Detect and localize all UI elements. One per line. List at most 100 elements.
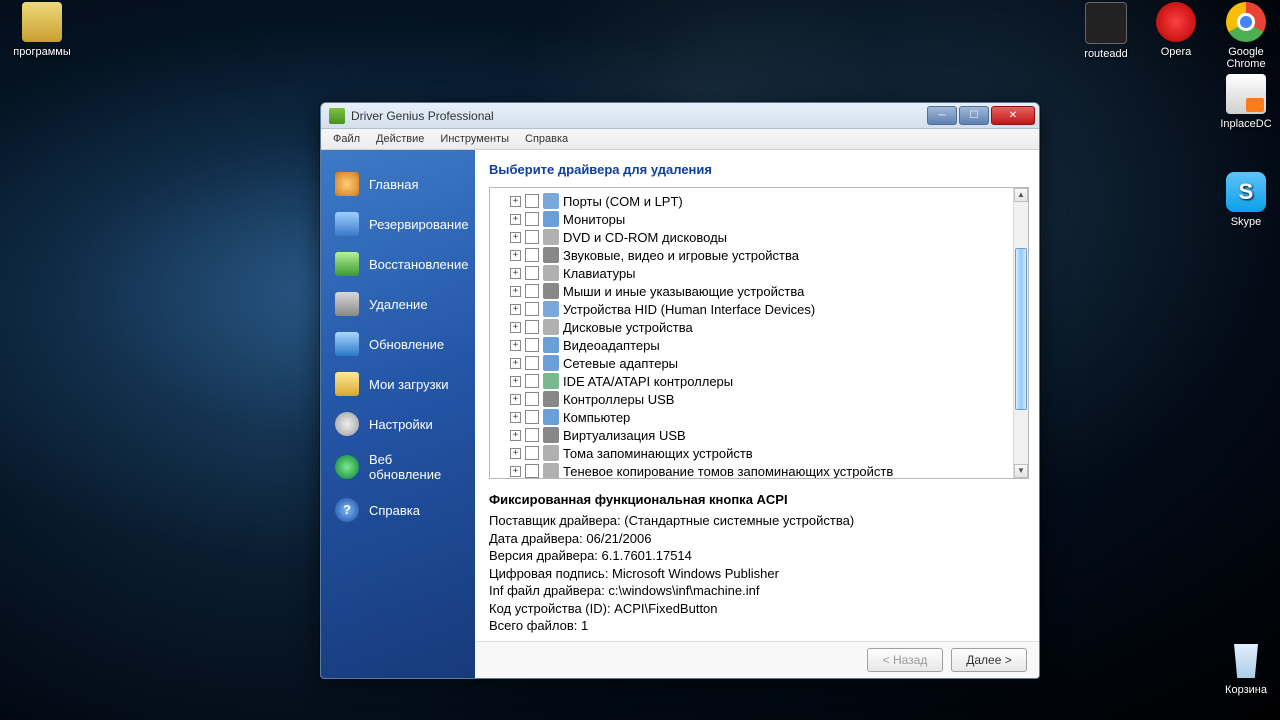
tree-label: DVD и CD-ROM дисководы: [563, 230, 727, 245]
titlebar[interactable]: Driver Genius Professional ─ ☐ ✕: [321, 103, 1039, 129]
sidebar-item-label: Веб обновление: [369, 452, 463, 482]
sidebar-item-restore[interactable]: Восстановление: [321, 244, 475, 284]
tree-row[interactable]: +Мониторы: [510, 210, 1014, 228]
chrome-icon: [1226, 2, 1266, 42]
home-icon: [335, 172, 359, 196]
checkbox[interactable]: [525, 356, 539, 370]
details-line: Поставщик драйвера: (Стандартные системн…: [489, 512, 1025, 530]
device-category-icon: [543, 229, 559, 245]
checkbox[interactable]: [525, 410, 539, 424]
expand-icon[interactable]: +: [510, 430, 521, 441]
sidebar-item-uninstall[interactable]: Удаление: [321, 284, 475, 324]
sidebar-item-downloads[interactable]: Мои загрузки: [321, 364, 475, 404]
details-line: Всего файлов: 1: [489, 617, 1025, 635]
sidebar-item-update[interactable]: Обновление: [321, 324, 475, 364]
tree-label: Устройства HID (Human Interface Devices): [563, 302, 815, 317]
next-button[interactable]: Далее >: [951, 648, 1027, 672]
expand-icon[interactable]: +: [510, 412, 521, 423]
checkbox[interactable]: [525, 266, 539, 280]
tree-label: Дисковые устройства: [563, 320, 693, 335]
checkbox[interactable]: [525, 248, 539, 262]
scroll-up-button[interactable]: ▲: [1014, 188, 1028, 202]
checkbox[interactable]: [525, 212, 539, 226]
expand-icon[interactable]: +: [510, 268, 521, 279]
expand-icon[interactable]: +: [510, 376, 521, 387]
device-category-icon: [543, 337, 559, 353]
expand-icon[interactable]: +: [510, 358, 521, 369]
tree-row[interactable]: +Теневое копирование томов запоминающих …: [510, 462, 1014, 478]
tree-row[interactable]: +Виртуализация USB: [510, 426, 1014, 444]
menu-tools[interactable]: Инструменты: [432, 131, 517, 147]
menu-action[interactable]: Действие: [368, 131, 432, 147]
scroll-thumb[interactable]: [1015, 248, 1027, 410]
expand-icon[interactable]: +: [510, 466, 521, 477]
checkbox[interactable]: [525, 284, 539, 298]
sidebar-item-home[interactable]: Главная: [321, 164, 475, 204]
desktop-icon-programs[interactable]: программы: [10, 2, 74, 58]
sidebar-item-backup[interactable]: Резервирование: [321, 204, 475, 244]
tree-row[interactable]: +Сетевые адаптеры: [510, 354, 1014, 372]
sidebar-item-label: Настройки: [369, 417, 433, 432]
gear-icon: [335, 412, 359, 436]
checkbox[interactable]: [525, 230, 539, 244]
window-title: Driver Genius Professional: [351, 109, 494, 123]
desktop-icon-skype[interactable]: S Skype: [1214, 172, 1278, 228]
expand-icon[interactable]: +: [510, 214, 521, 225]
tree-row[interactable]: +Тома запоминающих устройств: [510, 444, 1014, 462]
tree-row[interactable]: +Компьютер: [510, 408, 1014, 426]
menu-help[interactable]: Справка: [517, 131, 576, 147]
checkbox[interactable]: [525, 194, 539, 208]
checkbox[interactable]: [525, 302, 539, 316]
expand-icon[interactable]: +: [510, 286, 521, 297]
desktop-icon-opera[interactable]: Opera: [1144, 2, 1208, 58]
checkbox[interactable]: [525, 374, 539, 388]
sidebar-item-label: Главная: [369, 177, 418, 192]
tree-row[interactable]: + Дисковые устройства: [510, 318, 1014, 336]
tree-row[interactable]: +Порты (COM и LPT): [510, 192, 1014, 210]
checkbox[interactable]: [525, 428, 539, 442]
tree-row[interactable]: +Видеоадаптеры: [510, 336, 1014, 354]
tree-row[interactable]: + DVD и CD-ROM дисководы: [510, 228, 1014, 246]
driver-details: Фиксированная функциональная кнопка ACPI…: [475, 483, 1039, 641]
scroll-down-button[interactable]: ▼: [1014, 464, 1028, 478]
maximize-button[interactable]: ☐: [959, 106, 989, 125]
checkbox[interactable]: [525, 392, 539, 406]
expand-icon[interactable]: +: [510, 340, 521, 351]
desktop-icon-chrome[interactable]: Google Chrome: [1214, 2, 1278, 70]
sidebar-item-label: Восстановление: [369, 257, 468, 272]
expand-icon[interactable]: +: [510, 322, 521, 333]
checkbox[interactable]: [525, 338, 539, 352]
checkbox[interactable]: [525, 464, 539, 478]
desktop-icon-inplacedc[interactable]: InplaceDC: [1214, 74, 1278, 130]
tree-row[interactable]: +Клавиатуры: [510, 264, 1014, 282]
device-category-icon: [543, 373, 559, 389]
close-button[interactable]: ✕: [991, 106, 1035, 125]
desktop-icon-routeadd[interactable]: routeadd: [1074, 2, 1138, 60]
menu-file[interactable]: Файл: [325, 131, 368, 147]
sidebar-item-liveupdate[interactable]: Веб обновление: [321, 444, 475, 490]
expand-icon[interactable]: +: [510, 394, 521, 405]
icon-label: Корзина: [1214, 684, 1278, 696]
expand-icon[interactable]: +: [510, 232, 521, 243]
tree-row[interactable]: +Контроллеры USB: [510, 390, 1014, 408]
details-line: Inf файл драйвера: c:\windows\inf\machin…: [489, 582, 1025, 600]
sidebar-item-help[interactable]: ?Справка: [321, 490, 475, 530]
tree-row[interactable]: +Мыши и иные указывающие устройства: [510, 282, 1014, 300]
expand-icon[interactable]: +: [510, 448, 521, 459]
checkbox[interactable]: [525, 320, 539, 334]
device-category-icon: [543, 193, 559, 209]
desktop-icon-recycle[interactable]: Корзина: [1214, 640, 1278, 696]
expand-icon[interactable]: +: [510, 250, 521, 261]
expand-icon[interactable]: +: [510, 196, 521, 207]
tree-row[interactable]: +Звуковые, видео и игровые устройства: [510, 246, 1014, 264]
tree-label: IDE ATA/ATAPI контроллеры: [563, 374, 733, 389]
sidebar-item-settings[interactable]: Настройки: [321, 404, 475, 444]
minimize-button[interactable]: ─: [927, 106, 957, 125]
expand-icon[interactable]: +: [510, 304, 521, 315]
icon-label: программы: [10, 46, 74, 58]
tree-row[interactable]: + IDE ATA/ATAPI контроллеры: [510, 372, 1014, 390]
checkbox[interactable]: [525, 446, 539, 460]
tree-row[interactable]: + Устройства HID (Human Interface Devices…: [510, 300, 1014, 318]
scrollbar-vertical[interactable]: ▲ ▼: [1013, 188, 1028, 478]
back-button[interactable]: < Назад: [867, 648, 943, 672]
